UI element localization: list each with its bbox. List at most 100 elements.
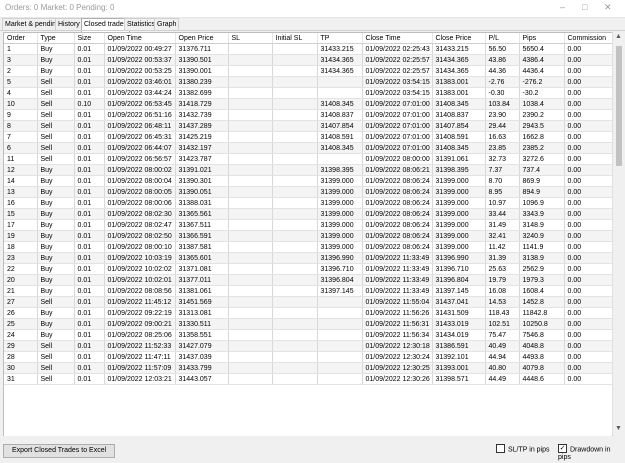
table-row[interactable]: 1 Buy 0.01 01/09/2022 00:49:27 31376.711 3143… [4, 43, 612, 55]
table-cell: 31399.000 [432, 197, 486, 209]
table-cell: 31434.365 [317, 65, 363, 77]
table-row[interactable]: 30 Sell 0.01 01/09/2022 11:57:09 31433.799 01… [4, 362, 612, 374]
table-row[interactable]: 9 Sell 0.01 01/09/2022 06:51:16 31432.739 314… [4, 109, 612, 121]
column-header[interactable]: TP [317, 33, 363, 44]
table-cell: 31399.000 [317, 208, 363, 220]
table-row[interactable]: 7 Sell 0.01 01/09/2022 06:45:31 31425.219 314… [4, 131, 612, 143]
table-cell: 11 [4, 153, 38, 165]
table-row[interactable]: 12 Buy 0.01 01/09/2022 08:00:02 31391.021 313… [4, 164, 612, 176]
column-header[interactable]: SL [228, 33, 273, 44]
table-cell: 31399.000 [432, 241, 486, 253]
table-row[interactable]: 24 Buy 0.01 01/09/2022 08:25:06 31358.551 01/… [4, 329, 612, 341]
table-row[interactable]: 22 Buy 0.01 01/09/2022 10:02:02 31371.081 313… [4, 263, 612, 275]
table-cell: 01/09/2022 03:54:15 [362, 76, 433, 88]
scroll-down-icon[interactable]: ▼ [615, 425, 622, 432]
table-row[interactable]: 18 Buy 0.01 01/09/2022 08:00:10 31387.581 313… [4, 241, 612, 253]
export-closed-trades-button[interactable]: Export Closed Trades to Excel [3, 444, 116, 458]
table-cell: 16.08 [485, 285, 520, 297]
table-cell: 16 [4, 197, 38, 209]
table-row[interactable]: 21 Buy 0.01 01/09/2022 08:08:56 31381.061 313… [4, 285, 612, 297]
column-header[interactable]: Initial SL [272, 33, 318, 44]
vertical-scrollbar[interactable]: ▲ ▼ [612, 32, 625, 435]
table-cell: 01/09/2022 09:00:21 [104, 318, 176, 330]
table-cell: Buy [37, 230, 75, 242]
table-cell: 31393.001 [432, 362, 486, 374]
column-header[interactable]: Close Time [362, 33, 433, 44]
table-row[interactable]: 20 Buy 0.01 01/09/2022 10:02:01 31377.011 313… [4, 274, 612, 286]
column-header[interactable]: Close Price [432, 33, 486, 44]
table-cell: 0.00 [564, 230, 612, 242]
table-cell: 0.01 [74, 373, 105, 385]
table-cell [228, 175, 273, 187]
table-cell: 01/09/2022 12:30:24 [362, 351, 433, 363]
table-row[interactable]: 10 Sell 0.10 01/09/2022 06:53:45 31418.729 31… [4, 98, 612, 110]
table-row[interactable]: 6 Sell 0.01 01/09/2022 06:44:07 31432.197 314… [4, 142, 612, 154]
sltp-checkbox-box[interactable] [496, 444, 505, 453]
table-row[interactable]: 31 Sell 0.01 01/09/2022 12:03:21 31443.057 01… [4, 373, 612, 385]
column-header[interactable]: Type [37, 33, 75, 44]
table-row[interactable]: 15 Buy 0.01 01/09/2022 08:02:30 31365.561 313… [4, 208, 612, 220]
scrollbar-thumb[interactable] [616, 46, 622, 166]
table-cell [228, 43, 273, 55]
table-row[interactable]: 2 Buy 0.01 01/09/2022 00:53:25 31390.001 3143… [4, 65, 612, 77]
table-row[interactable]: 25 Buy 0.01 01/09/2022 09:00:21 31330.511 01/… [4, 318, 612, 330]
table-row[interactable]: 27 Sell 0.01 01/09/2022 11:45:12 31451.569 01… [4, 296, 612, 308]
table-row[interactable]: 4 Sell 0.01 01/09/2022 03:44:24 31382.699 01/… [4, 87, 612, 99]
table-row[interactable]: 19 Buy 0.01 01/09/2022 08:02:50 31366.591 313… [4, 230, 612, 242]
table-cell [228, 307, 273, 319]
maximize-icon[interactable]: □ [582, 2, 587, 12]
table-cell [272, 362, 318, 374]
column-header[interactable]: Order [4, 33, 38, 44]
sltp-in-pips-checkbox[interactable]: SL/TP in pips [496, 444, 550, 454]
table-cell: 0.01 [74, 153, 105, 165]
column-header[interactable]: Commission [564, 33, 612, 44]
table-row[interactable]: 28 Sell 0.01 01/09/2022 11:47:11 31437.039 01… [4, 351, 612, 363]
table-row[interactable]: 23 Buy 0.01 01/09/2022 10:03:19 31365.601 313… [4, 252, 612, 264]
table-cell: 16.63 [485, 131, 520, 143]
table-cell: 23.85 [485, 142, 520, 154]
table-row[interactable]: 11 Sell 0.01 01/09/2022 06:56:57 31423.787 01… [4, 153, 612, 165]
table-cell: 01/09/2022 08:06:24 [362, 186, 433, 198]
table-cell: 31391.021 [175, 164, 229, 176]
table-row[interactable]: 13 Buy 0.01 01/09/2022 08:00:05 31390.051 313… [4, 186, 612, 198]
table-row[interactable]: 26 Buy 0.01 01/09/2022 09:22:19 31313.081 01/… [4, 307, 612, 319]
column-header[interactable]: P/L [485, 33, 520, 44]
table-cell: Sell [37, 142, 75, 154]
minimize-icon[interactable]: – [560, 2, 565, 12]
table-row[interactable]: 17 Buy 0.01 01/09/2022 08:02:47 31367.511 313… [4, 219, 612, 231]
table-cell: 31418.729 [175, 98, 229, 110]
drawdown-checkbox-box[interactable]: ✓ [558, 444, 567, 453]
table-row[interactable]: 3 Buy 0.01 01/09/2022 00:53:37 31390.501 3143… [4, 54, 612, 66]
table-row[interactable]: 29 Sell 0.01 01/09/2022 11:52:33 31427.079 01… [4, 340, 612, 352]
table-cell [272, 296, 318, 308]
table-row[interactable]: 8 Sell 0.01 01/09/2022 06:48:11 31437.289 314… [4, 120, 612, 132]
drawdown-in-pips-checkbox[interactable]: ✓ Drawdown in pips [558, 444, 625, 461]
table-cell: 0.10 [74, 98, 105, 110]
table-cell [228, 186, 273, 198]
table-cell: Buy [37, 285, 75, 297]
table-cell: 0.01 [74, 274, 105, 286]
table-cell: 31433.799 [175, 362, 229, 374]
table-cell: 01/09/2022 06:44:07 [104, 142, 176, 154]
table-cell: 01/09/2022 12:30:18 [362, 340, 433, 352]
column-header[interactable]: Open Time [104, 33, 176, 44]
column-header[interactable]: Open Price [175, 33, 229, 44]
column-header[interactable]: Pips [519, 33, 565, 44]
table-row[interactable]: 16 Buy 0.01 01/09/2022 08:00:06 31388.031 313… [4, 197, 612, 209]
closed-trades-grid[interactable]: Order Type Size Open Time Open Price SL Initia… [3, 32, 613, 437]
table-cell: 1662.8 [519, 131, 565, 143]
table-row[interactable]: 14 Buy 0.01 01/09/2022 08:00:04 31390.301 313… [4, 175, 612, 187]
column-header[interactable]: Size [74, 33, 105, 44]
table-cell [272, 197, 318, 209]
table-cell: 31388.031 [175, 197, 229, 209]
table-cell [317, 340, 363, 352]
table-cell: 10.97 [485, 197, 520, 209]
scroll-up-icon[interactable]: ▲ [615, 33, 622, 40]
close-icon[interactable]: ✕ [604, 2, 612, 13]
table-cell: 01/09/2022 08:00:05 [104, 186, 176, 198]
table-cell: 01/09/2022 11:47:11 [104, 351, 176, 363]
table-cell: 31399.000 [432, 230, 486, 242]
table-cell: 31399.000 [432, 208, 486, 220]
table-row[interactable]: 5 Sell 0.01 01/09/2022 03:46:01 31380.239 01/… [4, 76, 612, 88]
table-cell: 31434.365 [432, 65, 486, 77]
